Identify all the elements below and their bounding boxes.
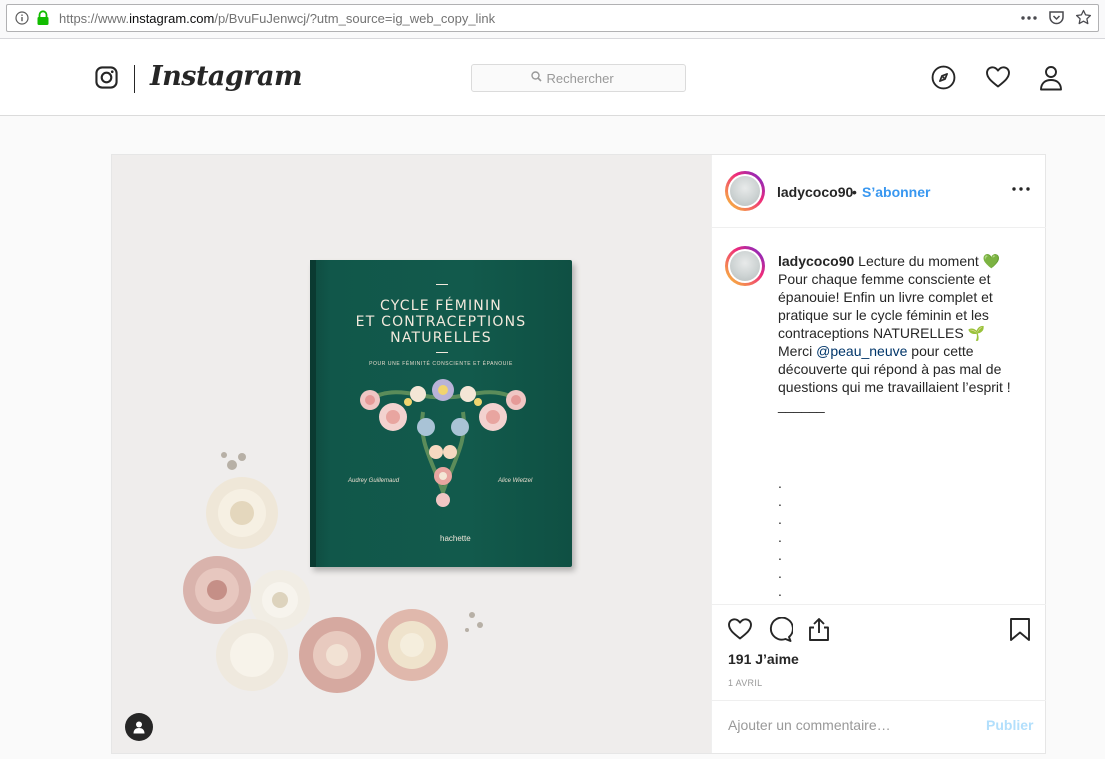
browser-toolbar: https://www.instagram.com/p/BvuFuJenwcj/… — [0, 0, 1105, 39]
ranunculus-flowers — [183, 452, 483, 693]
url-text[interactable]: https://www.instagram.com/p/BvuFuJenwcj/… — [59, 11, 495, 26]
share-icon[interactable] — [807, 617, 831, 647]
more-options-icon[interactable] — [1011, 181, 1031, 202]
caption-thanks: Merci — [778, 343, 817, 359]
caption-body: Pour chaque femme consciente et épanouie… — [778, 271, 993, 341]
post-card: CYCLE FÉMININ ET CONTRACEPTIONS NATURELL… — [111, 154, 1046, 754]
avatar[interactable] — [725, 171, 765, 211]
book-title-line: CYCLE FÉMININ — [380, 298, 502, 314]
post-side-panel: ladycoco90 • S’abonner ladycoco90 Lectur… — [711, 155, 1046, 753]
heart-icon[interactable] — [985, 65, 1011, 94]
caption-dot: . — [778, 529, 782, 545]
post-actions: 191 J’aime 1 AVRIL Publier — [712, 604, 1046, 751]
book-subtitle: POUR UNE FÉMINITÉ CONSCIENTE ET ÉPANOUIE — [369, 361, 513, 367]
bookmark-star-icon[interactable] — [1075, 9, 1092, 26]
more-dots-icon[interactable] — [1020, 10, 1038, 26]
compass-icon[interactable] — [931, 65, 956, 95]
pocket-icon[interactable] — [1048, 9, 1065, 26]
publish-button[interactable]: Publier — [986, 717, 1033, 733]
search-icon — [530, 69, 542, 87]
search-input[interactable] — [546, 70, 627, 86]
post-date[interactable]: 1 AVRIL — [728, 678, 762, 688]
book-title-line: NATURELLES — [390, 330, 492, 346]
follow-button[interactable]: S’abonner — [862, 184, 930, 200]
caption-dot: . — [778, 475, 782, 491]
caption-username[interactable]: ladycoco90 — [778, 253, 854, 269]
like-heart-icon[interactable] — [727, 617, 753, 646]
caption-dot: . — [778, 511, 782, 527]
post-photo[interactable]: CYCLE FÉMININ ET CONTRACEPTIONS NATURELL… — [112, 155, 711, 753]
book-rule — [436, 284, 448, 285]
comment-bubble-icon[interactable] — [767, 616, 794, 647]
address-bar[interactable]: https://www.instagram.com/p/BvuFuJenwcj/… — [6, 4, 1099, 32]
caption-dot: . — [778, 565, 782, 581]
caption-line: Lecture du moment 💚 — [854, 253, 1001, 269]
caption-dot: . — [778, 583, 782, 599]
caption-avatar[interactable] — [725, 246, 765, 286]
book-title: CYCLE FÉMININ ET CONTRACEPTIONS NATURELL… — [310, 298, 572, 346]
book-rule — [436, 352, 448, 353]
user-tag-button[interactable] — [125, 713, 153, 741]
separator-dot: • — [852, 184, 857, 200]
caption-dots: . . . . . . . . . . — [778, 474, 782, 604]
bookmark-icon[interactable] — [1009, 617, 1031, 647]
caption-text: ladycoco90 Lecture du moment 💚 Pour chaqu… — [778, 252, 1033, 414]
caption-rule: ______ — [778, 397, 825, 413]
post-header: ladycoco90 • S’abonner — [712, 155, 1046, 228]
comment-form: Publier — [712, 700, 1046, 751]
mention-link[interactable]: @peau_neuve — [816, 343, 907, 359]
caption-dot: . — [778, 547, 782, 563]
logo-divider — [134, 65, 135, 93]
profile-icon[interactable] — [1039, 65, 1063, 96]
instagram-camera-icon[interactable] — [95, 66, 118, 94]
lock-icon[interactable] — [36, 10, 50, 31]
caption-area: ladycoco90 Lecture du moment 💚 Pour chaqu… — [712, 228, 1046, 604]
person-icon — [133, 721, 145, 734]
post-username[interactable]: ladycoco90 — [777, 184, 853, 200]
comment-input[interactable] — [728, 717, 948, 733]
instagram-header: Instagram — [0, 39, 1105, 116]
book-title-line: ET CONTRACEPTIONS — [355, 314, 527, 330]
caption-dot: . — [778, 493, 782, 509]
info-icon[interactable] — [15, 11, 29, 30]
likes-count[interactable]: 191 J’aime — [728, 651, 799, 667]
search-box[interactable] — [471, 64, 686, 92]
instagram-wordmark[interactable]: Instagram — [150, 61, 303, 92]
